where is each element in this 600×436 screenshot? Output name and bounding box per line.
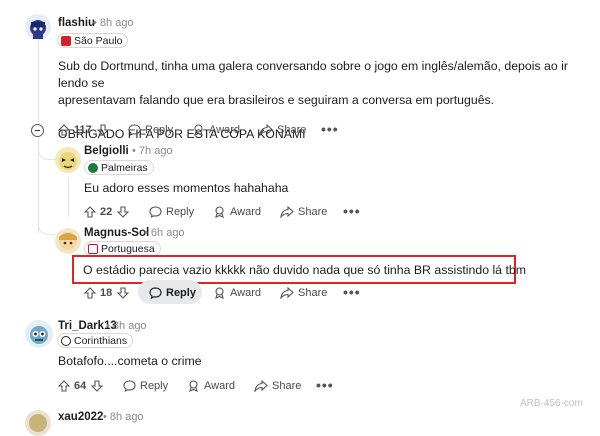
vote-control[interactable]: 18 [84,287,133,299]
share-button[interactable]: Share [259,124,306,136]
avatar[interactable] [55,147,81,173]
downvote-icon[interactable] [117,206,130,218]
upvote-icon[interactable] [84,206,96,218]
award-button[interactable]: Award [213,206,261,218]
corinthians-crest-icon [61,335,71,346]
comment-time: • 8h ago [106,320,147,332]
more-options-button[interactable]: ••• [316,377,334,393]
username[interactable]: flashiu [58,17,95,29]
vote-count: 22 [100,206,113,218]
thread-line-reply [68,177,69,217]
comment-time: • 6h ago [144,227,185,239]
user-flair: Palmeiras [84,160,154,175]
award-button[interactable]: Award [213,287,261,299]
comment-bubble-icon [149,206,162,218]
user-flair: Corinthians [57,333,134,348]
award-button[interactable]: Award [192,124,240,136]
avatar-snoo-icon [59,232,77,250]
share-icon [259,124,273,136]
vote-count: 18 [100,287,113,299]
comment-time: • 8h ago [103,411,144,423]
more-options-button[interactable]: ••• [343,284,361,300]
share-label: Share [298,287,328,299]
award-label: Award [230,287,261,299]
avatar-snoo-icon [59,152,77,170]
minus-icon [35,130,40,131]
flair-label: São Paulo [74,34,123,47]
comment-time: • 7h ago [132,145,173,157]
avatar[interactable] [25,14,51,40]
comment-body: Eu adoro esses momentos hahahaha [84,181,289,195]
username[interactable]: Magnus-Sol [84,227,149,239]
share-label: Share [277,124,307,136]
award-label: Award [204,380,235,392]
reply-label: Reply [145,124,174,136]
thread-connector-belgiolli [38,145,55,160]
reply-button[interactable]: Reply [123,380,168,392]
award-icon [215,287,224,299]
reply-button[interactable]: Reply [149,206,194,218]
share-label: Share [272,380,302,392]
more-options-button[interactable]: ••• [343,203,361,219]
upvote-icon[interactable] [58,124,70,136]
thread-connector-magnus [38,218,55,235]
reply-button[interactable]: Reply [149,287,196,299]
award-icon [215,206,224,218]
vote-count: 64 [74,380,87,392]
vote-control[interactable]: 64 [58,380,107,392]
avatar[interactable] [25,410,51,436]
upvote-icon[interactable] [58,380,70,392]
avatar[interactable] [55,228,81,254]
award-button[interactable]: Award [187,380,235,392]
user-flair: Portuguesa [84,241,161,256]
share-button[interactable]: Share [280,287,327,299]
vote-control[interactable]: 22 [84,206,133,218]
share-icon [254,380,268,392]
comment-line: apresentavam falando que era brasileiros… [58,93,495,107]
comment-bubble-icon [128,124,141,136]
avatar[interactable] [25,320,53,348]
avatar-snoo-icon [30,326,48,344]
avatar-snoo-icon [29,414,47,432]
award-label: Award [230,206,261,218]
comment-body: O estádio parecia vazio kkkkk não duvido… [83,263,526,277]
award-label: Award [209,124,240,136]
portuguesa-crest-icon [88,243,98,254]
reply-label: Reply [166,287,196,299]
watermark: ARB·456·com [520,398,583,409]
more-options-button[interactable]: ••• [321,121,339,137]
share-button[interactable]: Share [254,380,301,392]
award-icon [194,124,203,136]
collapse-thread-button[interactable] [31,124,44,137]
reply-label: Reply [166,206,195,218]
award-icon [189,380,198,392]
comment-bubble-icon [149,287,162,299]
reply-button[interactable]: Reply [128,124,173,136]
user-flair: São Paulo [57,33,129,48]
downvote-icon[interactable] [96,124,109,136]
flair-label: Portuguesa [101,242,155,255]
comment-line: Sub do Dortmund, tinha uma galera conver… [58,59,568,90]
comment-bubble-icon [123,380,136,392]
flair-label: Corinthians [74,334,128,347]
downvote-icon[interactable] [117,287,130,299]
reply-label: Reply [140,380,169,392]
share-icon [280,206,294,218]
comment-time: • 8h ago [93,17,134,29]
upvote-icon[interactable] [84,287,96,299]
palmeiras-crest-icon [88,162,98,173]
comment-body: Botafofo....cometa o crime [58,354,202,368]
avatar-snoo-icon [30,20,46,39]
share-button[interactable]: Share [280,206,327,218]
vote-control[interactable]: 117 [58,124,113,136]
share-label: Share [298,206,328,218]
downvote-icon[interactable] [91,380,104,392]
username[interactable]: Belgiolli [84,145,129,157]
thread-line-main [38,40,39,128]
username[interactable]: xau2022 [58,411,103,423]
sao-paulo-crest-icon [61,35,71,46]
vote-count: 117 [74,124,92,136]
share-icon [280,287,294,299]
flair-label: Palmeiras [101,161,148,174]
